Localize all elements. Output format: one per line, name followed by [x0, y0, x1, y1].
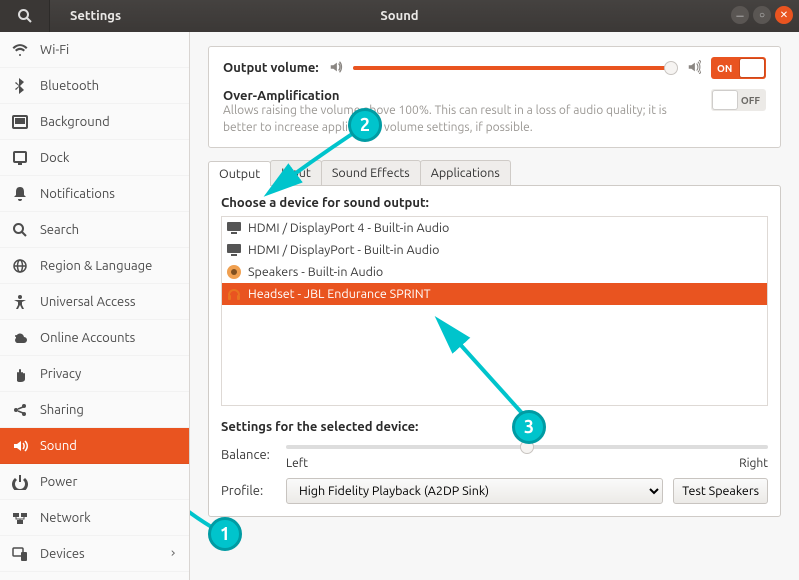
sidebar-item-label: Sharing: [40, 403, 84, 417]
overamp-title: Over-Amplification: [223, 89, 695, 103]
sidebar-item-notifications[interactable]: Notifications: [0, 176, 189, 212]
tab-input[interactable]: Input: [270, 160, 322, 185]
tab-applications[interactable]: Applications: [420, 160, 511, 185]
devices-icon: [12, 546, 28, 562]
device-row[interactable]: HDMI / DisplayPort 4 - Built-in Audio: [222, 217, 767, 239]
sidebar-item-dock[interactable]: Dock: [0, 140, 189, 176]
sidebar-item-bluetooth[interactable]: Bluetooth: [0, 68, 189, 104]
bluetooth-icon: [12, 78, 28, 94]
balance-left-label: Left: [286, 457, 308, 470]
sidebar-item-label: Notifications: [40, 187, 115, 201]
device-settings-header: Settings for the selected device:: [221, 420, 768, 434]
network-icon: [12, 510, 28, 526]
sidebar-item-label: Region & Language: [40, 259, 152, 273]
sidebar-item-sound[interactable]: Sound: [0, 428, 189, 464]
content: Output volume: ON Over-: [190, 32, 799, 580]
output-volume-slider[interactable]: [353, 61, 677, 75]
sidebar-item-label: Bluetooth: [40, 79, 99, 93]
sidebar-item-background[interactable]: Background: [0, 104, 189, 140]
cloud-icon: [12, 330, 28, 346]
device-row[interactable]: Speakers - Built-in Audio: [222, 261, 767, 283]
sidebar-item-region-language[interactable]: Region & Language: [0, 248, 189, 284]
device-name: HDMI / DisplayPort 4 - Built-in Audio: [248, 221, 449, 235]
search-icon: [12, 222, 28, 238]
power-icon: [12, 474, 28, 490]
profile-select[interactable]: High Fidelity Playback (A2DP Sink): [286, 478, 663, 504]
balance-label: Balance:: [221, 448, 276, 462]
sidebar: Wi-Fi Bluetooth Background Dock Notification…: [0, 32, 190, 580]
titlebar: Settings Sound － ○ ✕: [0, 0, 799, 32]
monitor-icon: [226, 242, 242, 258]
sidebar-item-label: Background: [40, 115, 110, 129]
tab-output[interactable]: Output: [208, 161, 271, 186]
sidebar-item-label: Universal Access: [40, 295, 135, 309]
device-name: Speakers - Built-in Audio: [248, 265, 383, 279]
device-name: HDMI / DisplayPort - Built-in Audio: [248, 243, 439, 257]
overamp-switch[interactable]: OFF: [711, 89, 766, 111]
sidebar-item-label: Privacy: [40, 367, 81, 381]
device-list[interactable]: HDMI / DisplayPort 4 - Built-in Audio HDM…: [221, 216, 768, 406]
device-row[interactable]: Headset - JBL Endurance SPRINT: [222, 283, 767, 305]
sidebar-item-wi-fi[interactable]: Wi-Fi: [0, 32, 189, 68]
output-volume-label: Output volume:: [223, 61, 319, 75]
sidebar-item-power[interactable]: Power: [0, 464, 189, 500]
speaker-icon: [329, 60, 343, 77]
headset-icon: [226, 286, 242, 302]
sidebar-item-search[interactable]: Search: [0, 212, 189, 248]
sidebar-item-sharing[interactable]: Sharing: [0, 392, 189, 428]
tab-body: Choose a device for sound output: HDMI /…: [208, 185, 781, 517]
accessibility-icon: [12, 294, 28, 310]
sidebar-item-label: Network: [40, 511, 91, 525]
maximize-button[interactable]: ○: [753, 6, 771, 24]
sidebar-item-label: Sound: [40, 439, 77, 453]
sidebar-item-network[interactable]: Network: [0, 500, 189, 536]
monitor-icon: [226, 220, 242, 236]
close-button[interactable]: ✕: [775, 6, 793, 24]
app-title: Settings: [50, 9, 121, 23]
sidebar-item-universal-access[interactable]: Universal Access: [0, 284, 189, 320]
choose-device-header: Choose a device for sound output:: [221, 196, 768, 210]
output-volume-panel: Output volume: ON Over-: [208, 46, 781, 148]
hand-icon: [12, 366, 28, 382]
globe-icon: [12, 258, 28, 274]
output-volume-switch[interactable]: ON: [711, 57, 766, 79]
sidebar-item-details[interactable]: Details›: [0, 572, 189, 580]
device-row[interactable]: HDMI / DisplayPort - Built-in Audio: [222, 239, 767, 261]
sidebar-item-online-accounts[interactable]: Online Accounts: [0, 320, 189, 356]
tab-sound-effects[interactable]: Sound Effects: [321, 160, 421, 185]
sidebar-item-label: Online Accounts: [40, 331, 135, 345]
dock-icon: [12, 150, 28, 166]
sidebar-item-label: Devices: [40, 547, 85, 561]
annotation-1: 1: [208, 517, 242, 551]
background-icon: [12, 114, 28, 130]
chevron-right-icon: ›: [169, 546, 177, 561]
sidebar-item-devices[interactable]: Devices ›: [0, 536, 189, 572]
sidebar-item-label: Search: [40, 223, 79, 237]
speaker-loud-icon: [687, 60, 701, 77]
sound-icon: [12, 438, 28, 454]
speaker-icon: [226, 264, 242, 280]
wifi-icon: [12, 42, 28, 58]
sidebar-item-label: Wi-Fi: [40, 43, 69, 57]
balance-right-label: Right: [739, 457, 768, 470]
balance-slider[interactable]: Left Right: [286, 440, 768, 470]
page-title: Sound: [380, 9, 418, 23]
sidebar-item-label: Power: [40, 475, 77, 489]
sidebar-item-privacy[interactable]: Privacy: [0, 356, 189, 392]
profile-label: Profile:: [221, 484, 276, 498]
test-speakers-button[interactable]: Test Speakers: [673, 478, 768, 504]
share-icon: [12, 402, 28, 418]
bell-icon: [12, 186, 28, 202]
sidebar-item-label: Dock: [40, 151, 69, 165]
device-name: Headset - JBL Endurance SPRINT: [248, 287, 431, 301]
header-search-button[interactable]: [0, 0, 50, 32]
minimize-button[interactable]: －: [731, 6, 749, 24]
overamp-desc: Allows raising the volume above 100%. Th…: [223, 103, 695, 137]
